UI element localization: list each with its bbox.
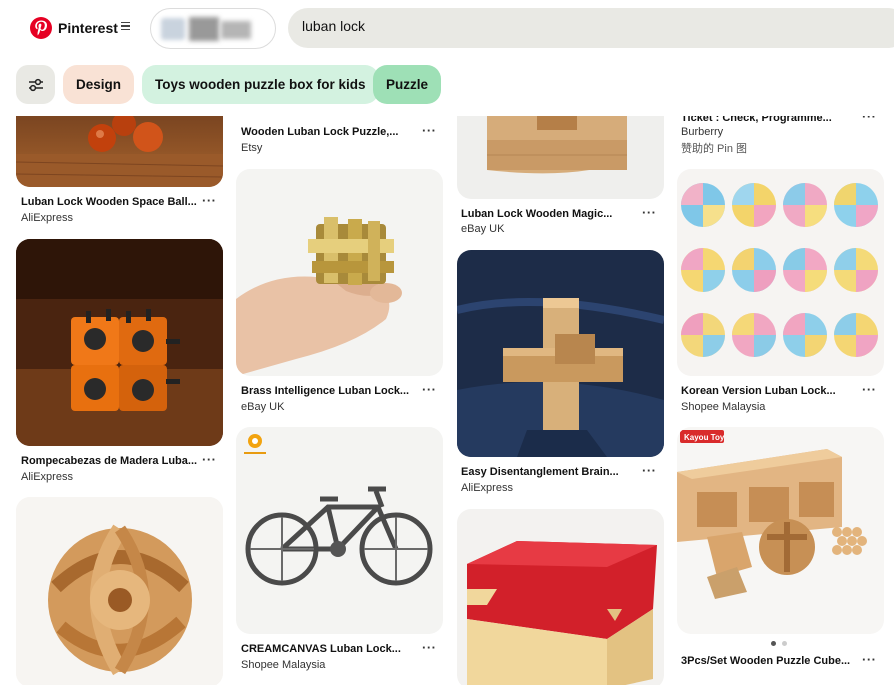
profile-switcher[interactable] [150, 8, 276, 49]
pin-image-orange-cube[interactable] [16, 239, 223, 446]
more-options-icon[interactable]: ··· [642, 205, 657, 220]
more-options-icon[interactable]: ··· [422, 640, 437, 655]
puzzle-ball [732, 248, 776, 292]
pinterest-logo-icon[interactable] [30, 17, 52, 39]
avatar [161, 18, 185, 40]
pin-title[interactable]: 3Pcs/Set Wooden Puzzle Cube... [681, 655, 850, 667]
puzzle-ball [834, 313, 878, 357]
pin-title[interactable]: Easy Disentanglement Brain... [461, 466, 619, 478]
pin-source[interactable]: Etsy [241, 142, 262, 154]
sliders-icon [28, 78, 43, 91]
blurred-account-name [221, 21, 251, 39]
pin-source[interactable]: AliExpress [21, 471, 73, 483]
pin-title[interactable]: Rompecabezas de Madera Luba... [21, 455, 197, 467]
chip-puzzle[interactable]: Puzzle [373, 65, 442, 104]
pin-source[interactable]: Shopee Malaysia [241, 659, 325, 671]
pin-title[interactable]: Luban Lock Wooden Space Ball... [21, 196, 197, 208]
more-options-icon[interactable]: ··· [202, 193, 217, 208]
pin-title[interactable]: Wooden Luban Lock Puzzle,... [241, 126, 398, 138]
puzzle-ball [681, 183, 725, 227]
search-input[interactable] [302, 18, 862, 34]
puzzle-ball [681, 248, 725, 292]
puzzle-ball [783, 248, 827, 292]
carousel-dot-active[interactable] [771, 641, 776, 646]
more-options-icon[interactable]: ··· [422, 123, 437, 138]
more-options-icon[interactable]: ··· [202, 452, 217, 467]
pin-image-brass-puzzle[interactable] [236, 169, 443, 376]
pin-source[interactable]: eBay UK [461, 223, 504, 235]
puzzle-ball [834, 248, 878, 292]
puzzle-ball [783, 183, 827, 227]
brand-badge-text: Kayou Toy [684, 433, 725, 442]
carousel-dot[interactable] [782, 641, 787, 646]
pin-image-puzzle-cube-set[interactable]: Kayou Toy [677, 427, 884, 634]
search-bar[interactable] [288, 8, 894, 48]
puzzle-ball [681, 313, 725, 357]
pin-title[interactable]: Luban Lock Wooden Magic... [461, 208, 612, 220]
pin-image-wooden-ball[interactable] [16, 497, 223, 685]
pin-source[interactable]: Burberry [681, 126, 723, 138]
puzzle-ball [834, 183, 878, 227]
pin-title[interactable]: Brass Intelligence Luban Lock... [241, 385, 409, 397]
puzzle-ball [783, 313, 827, 357]
pin-title[interactable]: Korean Version Luban Lock... [681, 385, 836, 397]
chip-toys-wooden-puzzle-box[interactable]: Toys wooden puzzle box for kids [142, 65, 379, 104]
pinterest-logo[interactable]: Pinterest [30, 17, 118, 39]
more-options-icon[interactable]: ··· [422, 382, 437, 397]
puzzle-ball [732, 183, 776, 227]
pin-title[interactable]: CREAMCANVAS Luban Lock... [241, 643, 401, 655]
pin-image-wooden-cross[interactable] [457, 250, 664, 457]
pin-image-colorful-puzzles[interactable] [677, 169, 884, 376]
filter-row: Design Toys wooden puzzle box for kids P… [0, 56, 894, 116]
pin-image-bicycle-puzzle[interactable] [236, 427, 443, 634]
pin-source[interactable]: Shopee Malaysia [681, 401, 765, 413]
chip-design[interactable]: Design [63, 65, 135, 104]
pin-source[interactable]: AliExpress [461, 482, 513, 494]
more-options-icon[interactable]: ··· [862, 382, 877, 397]
more-options-icon[interactable]: ··· [862, 652, 877, 667]
pin-image-red-box[interactable] [457, 509, 664, 685]
carousel-dots[interactable] [771, 641, 787, 646]
more-options-icon[interactable]: ··· [642, 463, 657, 478]
filter-settings-button[interactable] [16, 65, 55, 104]
top-nav: Pinterest [0, 0, 894, 56]
sponsored-label: 赞助的 Pin 图 [681, 143, 748, 155]
pin-source[interactable]: AliExpress [21, 212, 73, 224]
pin-source[interactable]: eBay UK [241, 401, 284, 413]
menu-icon[interactable] [121, 22, 130, 30]
brand-name[interactable]: Pinterest [58, 20, 118, 36]
puzzle-ball [732, 313, 776, 357]
blurred-account-name [189, 17, 219, 41]
